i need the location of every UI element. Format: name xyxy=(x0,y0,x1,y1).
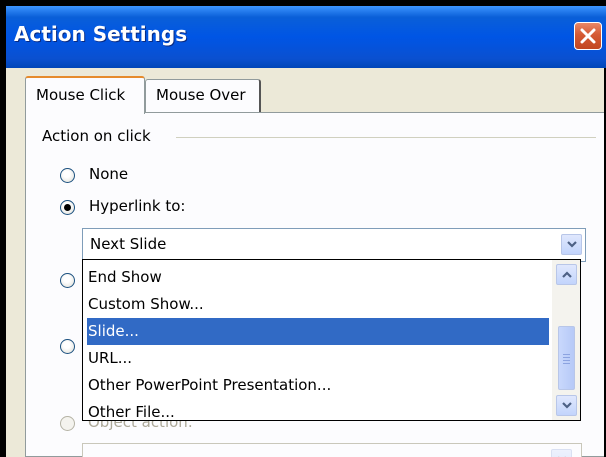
group-label-action-on-click: Action on click xyxy=(42,127,155,145)
list-item-slide[interactable]: Slide... xyxy=(87,318,549,345)
hyperlink-combo[interactable]: Next Slide xyxy=(82,228,586,262)
list-item-url[interactable]: URL... xyxy=(87,345,549,372)
scroll-up-arrow-icon xyxy=(562,271,572,278)
group-divider xyxy=(176,137,596,138)
scroll-down-arrow-icon xyxy=(562,402,572,409)
scrollbar-grip xyxy=(563,357,570,358)
scrollbar-grip xyxy=(563,360,570,361)
scroll-down-button[interactable] xyxy=(556,395,577,416)
scrollbar-grip xyxy=(563,363,570,364)
hyperlink-dropdown-list[interactable]: End Show Custom Show... Slide... URL... … xyxy=(82,259,581,421)
hyperlink-combo-dropdown-button[interactable] xyxy=(561,234,582,255)
tab-mouse-click[interactable]: Mouse Click xyxy=(25,76,145,114)
radio-run-program[interactable] xyxy=(60,273,75,288)
radio-run-macro[interactable] xyxy=(60,339,75,354)
hyperlink-combo-value: Next Slide xyxy=(90,235,167,253)
radio-hyperlink[interactable] xyxy=(60,200,75,215)
scroll-up-button[interactable] xyxy=(556,264,577,285)
scrollbar-thumb[interactable] xyxy=(558,326,575,390)
close-button[interactable] xyxy=(574,22,602,50)
action-settings-dialog: Action Settings Mouse Click Mouse Over A… xyxy=(6,6,606,457)
title-bar[interactable]: Action Settings xyxy=(6,6,606,68)
radio-object-action[interactable] xyxy=(60,416,75,431)
list-item-other-file[interactable]: Other File... xyxy=(87,399,549,426)
radio-hyperlink-label: Hyperlink to: xyxy=(89,197,186,215)
list-item-other-presentation[interactable]: Other PowerPoint Presentation... xyxy=(87,372,549,399)
close-icon xyxy=(580,28,596,44)
dropdown-scrollbar[interactable] xyxy=(552,260,580,420)
radio-none[interactable] xyxy=(60,168,75,183)
tab-panel: Action on click None Hyperlink to: Next … xyxy=(25,112,606,457)
window-title: Action Settings xyxy=(14,22,188,46)
scrollbar-grip xyxy=(563,354,570,355)
object-action-combo xyxy=(82,443,582,457)
object-action-dropdown-button xyxy=(551,449,572,457)
list-item-end-show[interactable]: End Show xyxy=(87,264,549,291)
tab-mouse-over[interactable]: Mouse Over xyxy=(145,79,261,113)
list-item-custom-show[interactable]: Custom Show... xyxy=(87,291,549,318)
radio-none-label: None xyxy=(89,165,129,183)
chevron-down-icon xyxy=(567,241,577,248)
